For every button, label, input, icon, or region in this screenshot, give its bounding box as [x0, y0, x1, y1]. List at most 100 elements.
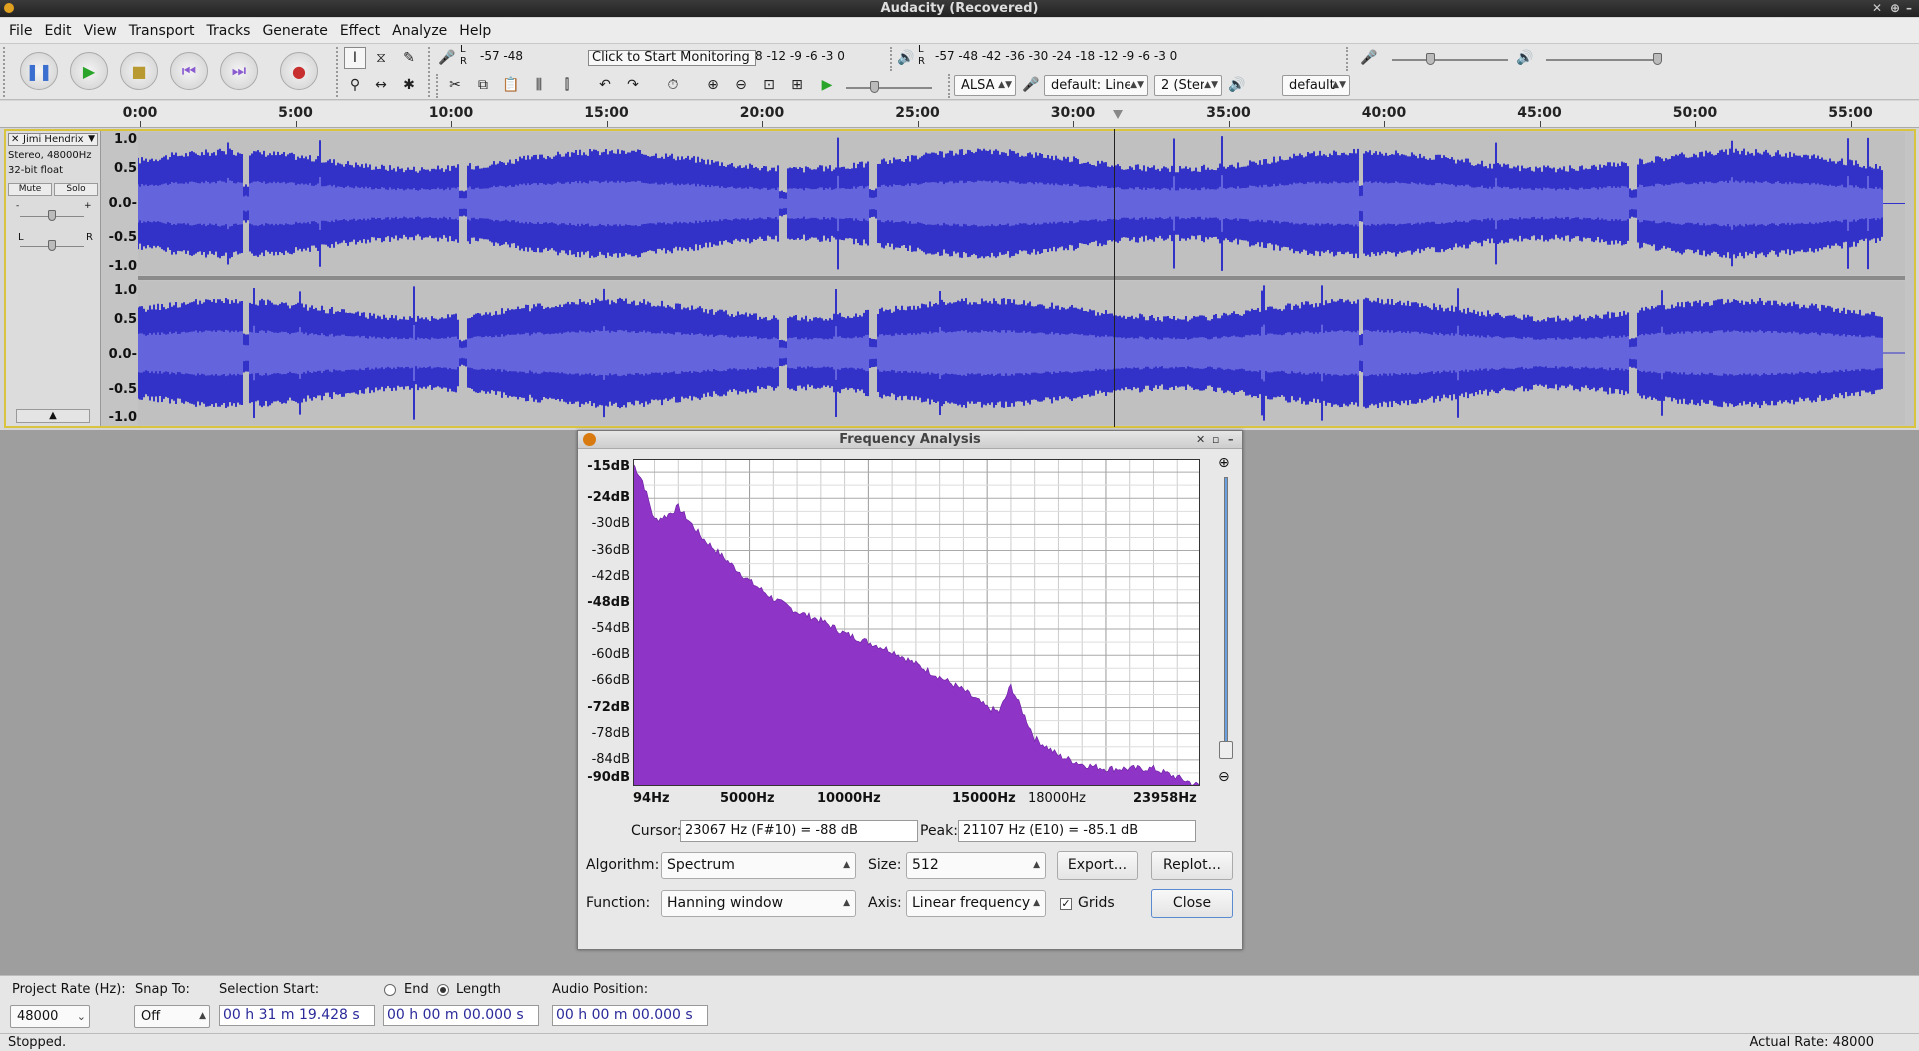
close-button[interactable]: Close [1151, 889, 1233, 918]
sync-lock-icon[interactable]: ⏱ [662, 74, 684, 96]
toolbar-grip[interactable] [3, 47, 7, 97]
pan-slider-thumb[interactable] [48, 240, 56, 251]
audio-position-field[interactable]: 00 h 00 m 00.000 s [552, 1005, 708, 1026]
redo-icon[interactable]: ↷ [622, 74, 644, 96]
timeline-tick-label: 50:00 [1672, 105, 1718, 121]
waveform-right-channel[interactable] [138, 281, 1905, 425]
cursor-value-field[interactable]: 23067 Hz (F#10) = -88 dB [680, 820, 918, 842]
timeshift-tool-icon[interactable]: ↔ [370, 74, 392, 96]
y-axis-tick-label: -48dB [587, 594, 630, 610]
y-axis-tick-label: -60dB [591, 647, 630, 663]
play-button[interactable]: ▶ [70, 52, 108, 90]
selection-tool-icon[interactable]: I [344, 47, 366, 69]
output-device-select[interactable]: default ▲▼ [1282, 75, 1350, 96]
undo-icon[interactable]: ↶ [594, 74, 616, 96]
dialog-close-icon[interactable]: ✕ [1196, 431, 1205, 449]
paste-icon[interactable]: 📋 [500, 74, 522, 96]
mute-button[interactable]: Mute [8, 183, 52, 196]
draw-tool-icon[interactable]: ✎ [398, 47, 420, 69]
peak-value-field[interactable]: 21107 Hz (E10) = -85.1 dB [958, 820, 1196, 842]
axis-select[interactable]: Linear frequency ▲ [906, 890, 1046, 917]
export-button[interactable]: Export... [1057, 851, 1138, 880]
menu-tracks[interactable]: Tracks [207, 23, 251, 39]
waveform-left-channel[interactable] [138, 132, 1905, 275]
function-select[interactable]: Hanning window ▲ [661, 890, 856, 917]
playback-volume-thumb[interactable] [1653, 53, 1662, 65]
audio-host-select[interactable]: ALSA ▲▼ [954, 75, 1016, 96]
toolbar-grip[interactable] [1346, 47, 1350, 71]
end-radio[interactable] [384, 984, 396, 996]
play-meter-speaker-icon[interactable]: 🔊 [895, 47, 917, 69]
collapse-track-button[interactable]: ▲ [16, 409, 90, 423]
multi-tool-icon[interactable]: ✱ [398, 74, 420, 96]
zoom-tool-icon[interactable]: ⚲ [344, 74, 366, 96]
spectrum-plot[interactable] [633, 459, 1200, 786]
play-speed-slider[interactable] [846, 87, 932, 89]
close-window-icon[interactable]: ✕ [1872, 0, 1882, 17]
recording-volume-slider[interactable] [1392, 59, 1508, 61]
restore-window-icon[interactable]: ⊕ [1890, 0, 1900, 17]
menu-help[interactable]: Help [459, 23, 491, 39]
close-track-icon[interactable]: ✕ [11, 134, 19, 145]
selection-length-field[interactable]: 00 h 00 m 00.000 s [383, 1005, 539, 1026]
length-radio[interactable] [437, 984, 449, 996]
start-monitoring-button[interactable]: Click to Start Monitoring [588, 50, 756, 66]
menu-transport[interactable]: Transport [129, 23, 195, 39]
amp-scale-0.5: 0.5 [113, 161, 137, 176]
amp-scale-0.5: 0.5 [113, 312, 137, 327]
grids-checkbox[interactable]: ✓ [1060, 898, 1072, 910]
fit-project-icon[interactable]: ⊞ [786, 74, 808, 96]
recording-volume-thumb[interactable] [1426, 53, 1435, 65]
solo-button[interactable]: Solo [54, 183, 98, 196]
replot-button[interactable]: Replot... [1151, 851, 1233, 880]
silence-icon[interactable]: ⫿ [556, 74, 578, 96]
zoom-out-icon[interactable]: ⊖ [1218, 769, 1230, 785]
fit-selection-icon[interactable]: ⊡ [758, 74, 780, 96]
minimize-window-icon[interactable]: – [1906, 0, 1912, 17]
skip-start-button[interactable]: ⏮ [170, 52, 208, 90]
play-at-speed-icon[interactable]: ▶ [816, 74, 838, 96]
skip-end-button[interactable]: ⏭ [220, 52, 258, 90]
toolbar-grip[interactable] [336, 47, 340, 97]
size-select[interactable]: 512 ▲ [906, 852, 1046, 879]
record-button[interactable]: ● [280, 52, 318, 90]
project-rate-select[interactable]: 48000 ⌄ [10, 1005, 90, 1028]
menu-generate[interactable]: Generate [262, 23, 327, 39]
zoom-in-icon[interactable]: ⊕ [702, 74, 724, 96]
dialog-title-bar[interactable]: Frequency Analysis ✕ ▫ – [578, 431, 1242, 449]
menu-analyze[interactable]: Analyze [392, 23, 447, 39]
playback-volume-slider[interactable] [1546, 59, 1662, 61]
toolbar-grip[interactable] [436, 74, 440, 98]
trim-icon[interactable]: ⫼ [528, 74, 550, 96]
track-menu-arrow-icon[interactable]: ▼ [88, 134, 95, 145]
pause-button[interactable]: ❚❚ [20, 52, 58, 90]
dialog-minimize-icon[interactable]: – [1228, 431, 1234, 449]
algorithm-select[interactable]: Spectrum ▲ [661, 852, 856, 879]
channels-select[interactable]: 2 (Ster ▲▼ [1154, 75, 1222, 96]
vertical-zoom-thumb[interactable] [1219, 741, 1233, 759]
timeline-ruler[interactable]: 0:00 5:00 10:00 15:00 20:00 25:00 30:00 35:00 40… [0, 101, 1919, 128]
record-meter-mic-icon[interactable]: 🎤 [436, 47, 458, 69]
menu-view[interactable]: View [84, 23, 117, 39]
copy-icon[interactable]: ⧉ [472, 74, 494, 96]
toolbar-grip[interactable] [890, 47, 894, 71]
input-device-select[interactable]: default: Line ▲▼ [1044, 75, 1148, 96]
snap-to-select[interactable]: Off ▲ [134, 1005, 210, 1028]
toolbar-grip[interactable] [428, 47, 432, 97]
menu-effect[interactable]: Effect [340, 23, 380, 39]
cut-icon[interactable]: ✂ [444, 74, 466, 96]
play-meter-scale: -57 -48 -42 -36 -30 -24 -18 -12 -9 -6 -3… [935, 49, 1178, 63]
track-name-menu[interactable]: ✕ Jimi Hendrix ▼ [8, 133, 98, 146]
dialog-maximize-icon[interactable]: ▫ [1212, 431, 1219, 449]
vertical-zoom-slider[interactable] [1224, 477, 1228, 749]
menu-edit[interactable]: Edit [44, 23, 71, 39]
play-speed-thumb[interactable] [870, 81, 879, 93]
gain-slider-thumb[interactable] [48, 210, 56, 221]
menu-file[interactable]: File [9, 23, 32, 39]
stop-button[interactable]: ■ [120, 52, 158, 90]
zoom-out-icon[interactable]: ⊖ [730, 74, 752, 96]
zoom-in-icon[interactable]: ⊕ [1218, 455, 1230, 471]
toolbar-grip[interactable] [948, 74, 952, 98]
envelope-tool-icon[interactable]: ⧖ [370, 47, 392, 69]
selection-start-field[interactable]: 00 h 31 m 19.428 s [219, 1005, 375, 1026]
